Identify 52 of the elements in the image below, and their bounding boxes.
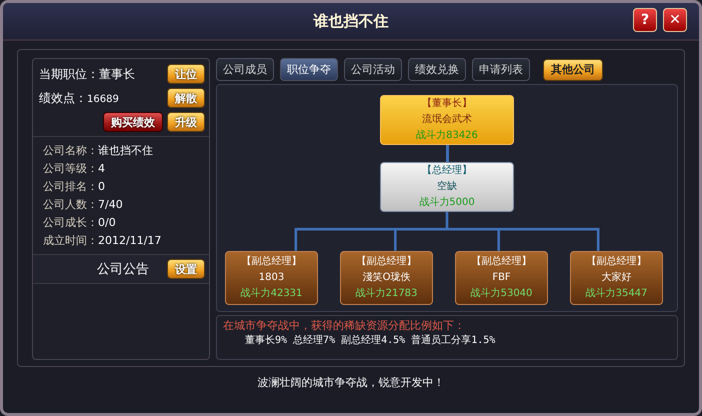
position-card[interactable]: 【副总经理】 1803 战斗力42331	[225, 251, 318, 305]
tab[interactable]: 职位争夺	[280, 58, 338, 81]
power-value: 战斗力42331	[240, 286, 302, 301]
points-text: 绩效点：16689	[39, 90, 119, 106]
power-value: 战斗力35447	[586, 286, 648, 301]
position-card[interactable]: 【副总经理】 FBF 战斗力53040	[455, 251, 548, 305]
role-label: 【董事长】	[422, 96, 472, 111]
rules-heading: 在城市争夺战中，获得的稀缺资源分配比例如下：	[223, 318, 466, 333]
info-value: 4	[98, 161, 105, 176]
notice-title: 公司公告	[97, 261, 149, 278]
role-label: 【副总经理】	[472, 254, 532, 269]
position-card[interactable]: 【总经理】 空缺 战斗力5000	[380, 162, 514, 212]
role-label: 【副总经理】	[356, 254, 416, 269]
close-button[interactable]: ✕	[663, 8, 687, 32]
tab[interactable]: 申请列表	[472, 58, 530, 81]
rules-detail: 董事长9% 总经理7% 副总经理4.5% 普通员工分享1.5%	[244, 334, 496, 348]
role-label: 【总经理】	[422, 164, 472, 178]
power-value: 战斗力5000	[419, 196, 475, 210]
footer-text: 波澜壮阔的城市争夺战，锐意开发中！	[258, 375, 444, 390]
info-value: 2012/11/17	[98, 233, 162, 248]
info-label: 公司成长：	[43, 215, 98, 230]
info-label: 公司等级：	[43, 161, 98, 176]
member-name: 空缺	[437, 180, 457, 194]
tab[interactable]: 公司成员	[216, 58, 274, 81]
tab[interactable]: 公司活动	[344, 58, 402, 81]
position-card[interactable]: 【副总经理】 淺笑O珑佚 战斗力21783	[340, 251, 433, 305]
other-companies-button[interactable]: 其他公司	[543, 58, 603, 80]
position-text: 当期职位：董事长	[39, 66, 135, 82]
info-value: 0/0	[98, 215, 116, 230]
info-label: 成立时间：	[43, 233, 98, 248]
window-title: 谁也挡不住	[314, 12, 388, 30]
power-value: 战斗力21783	[356, 286, 418, 301]
info-value: 0	[98, 179, 105, 194]
member-name: 1803	[258, 271, 284, 285]
role-label: 【副总经理】	[586, 254, 646, 269]
help-button[interactable]: ?	[633, 8, 657, 32]
tab[interactable]: 绩效兑换	[408, 58, 466, 81]
info-label: 公司名称：	[43, 143, 98, 158]
info-label: 公司人数：	[43, 197, 98, 212]
position-card[interactable]: 【董事长】 流氓会武术 战斗力83426	[380, 95, 514, 145]
info-value: 谁也挡不住	[98, 143, 153, 158]
info-label: 公司排名：	[43, 179, 98, 194]
member-name: FBF	[492, 271, 511, 285]
member-name: 流氓会武术	[422, 112, 472, 127]
member-name: 大家好	[602, 270, 632, 285]
action-button[interactable]: 购买绩效	[103, 112, 163, 132]
power-value: 战斗力53040	[470, 286, 532, 301]
member-name: 淺笑O珑佚	[362, 270, 410, 285]
info-value: 7/40	[98, 197, 123, 212]
role-label: 【副总经理】	[242, 254, 302, 269]
power-value: 战斗力83426	[416, 128, 478, 143]
position-card[interactable]: 【副总经理】 大家好 战斗力35447	[570, 251, 663, 305]
